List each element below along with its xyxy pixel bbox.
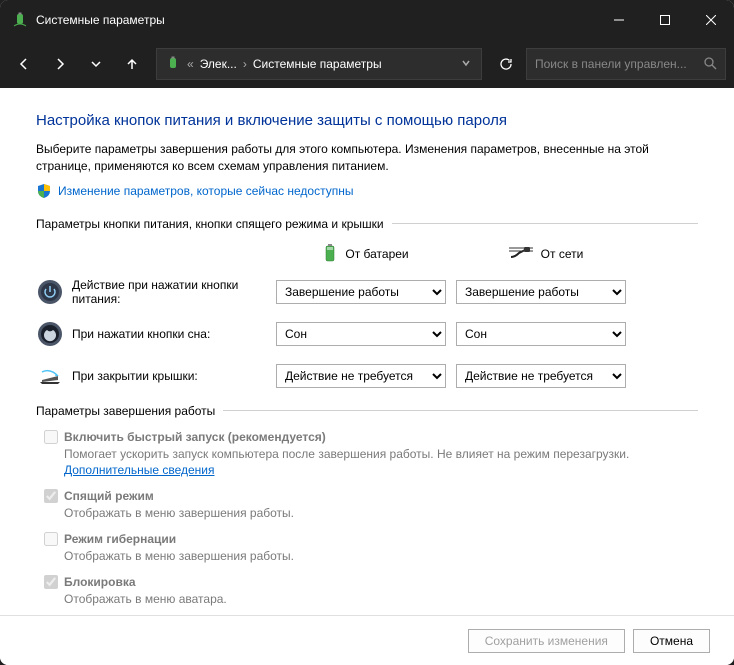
power-plan-icon: [165, 56, 181, 72]
address-bar[interactable]: « Элек... › Системные параметры: [156, 48, 482, 80]
laptop-lid-icon: [36, 362, 64, 390]
app-icon: [12, 12, 28, 28]
power-button-ac-select[interactable]: Завершение работы: [456, 280, 626, 304]
close-button[interactable]: [688, 0, 734, 40]
battery-icon: [323, 243, 337, 266]
window: Системные параметры « Элек... › Системны…: [0, 0, 734, 665]
columns-header: От батареи От сети: [36, 243, 698, 266]
sleep-button-battery-select[interactable]: Сон: [276, 322, 446, 346]
up-button[interactable]: [116, 48, 148, 80]
search-input[interactable]: [535, 57, 703, 71]
ac-column: От сети: [456, 243, 636, 266]
forward-button[interactable]: [44, 48, 76, 80]
back-button[interactable]: [8, 48, 40, 80]
group-label: Параметры кнопки питания, кнопки спящего…: [36, 217, 698, 231]
maximize-button[interactable]: [642, 0, 688, 40]
content-pane: Настройка кнопок питания и включение защ…: [0, 88, 734, 615]
battery-column: От батареи: [276, 243, 456, 266]
breadcrumb-item[interactable]: Системные параметры: [249, 57, 386, 71]
save-button[interactable]: Сохранить изменения: [468, 629, 625, 653]
titlebar: Системные параметры: [0, 0, 734, 40]
lock-option: Блокировка Отображать в меню аватара.: [44, 575, 698, 608]
lock-checkbox[interactable]: [44, 575, 58, 589]
lid-ac-select[interactable]: Действие не требуется: [456, 364, 626, 388]
power-button-icon: [36, 278, 64, 306]
window-title: Системные параметры: [36, 13, 596, 27]
sleep-checkbox[interactable]: [44, 489, 58, 503]
chevron-right-icon: ›: [241, 57, 249, 71]
chevron-right-icon: «: [185, 57, 196, 71]
row-label: Действие при нажатии кнопки питания:: [72, 278, 276, 306]
hibernate-checkbox[interactable]: [44, 532, 58, 546]
breadcrumb-item[interactable]: Элек...: [196, 57, 241, 71]
sleep-button-icon: [36, 320, 64, 348]
power-button-battery-select[interactable]: Завершение работы: [276, 280, 446, 304]
uac-link[interactable]: Изменение параметров, которые сейчас нед…: [36, 183, 698, 199]
sleep-button-row: При нажатии кнопки сна: Сон Сон: [36, 320, 698, 348]
page-description: Выберите параметры завершения работы для…: [36, 141, 698, 175]
navbar: « Элек... › Системные параметры: [0, 40, 734, 88]
cancel-button[interactable]: Отмена: [633, 629, 710, 653]
footer: Сохранить изменения Отмена: [0, 615, 734, 665]
power-button-row: Действие при нажатии кнопки питания: Зав…: [36, 278, 698, 306]
uac-link-text: Изменение параметров, которые сейчас нед…: [58, 184, 354, 198]
lid-close-row: При закрытии крышки: Действие не требует…: [36, 362, 698, 390]
chevron-down-icon[interactable]: [455, 57, 477, 71]
sleep-option: Спящий режим Отображать в меню завершени…: [44, 489, 698, 522]
refresh-button[interactable]: [490, 48, 522, 80]
search-icon: [703, 56, 717, 73]
more-info-link[interactable]: Дополнительные сведения: [64, 463, 214, 477]
fast-startup-option: Включить быстрый запуск (рекомендуется) …: [44, 430, 698, 480]
recent-button[interactable]: [80, 48, 112, 80]
page-heading: Настройка кнопок питания и включение защ…: [36, 112, 698, 129]
hibernate-option: Режим гибернации Отображать в меню завер…: [44, 532, 698, 565]
minimize-button[interactable]: [596, 0, 642, 40]
group-label: Параметры завершения работы: [36, 404, 698, 418]
row-label: При нажатии кнопки сна:: [72, 327, 276, 341]
row-label: При закрытии крышки:: [72, 369, 276, 383]
shield-icon: [36, 183, 52, 199]
plug-icon: [509, 245, 533, 264]
lid-battery-select[interactable]: Действие не требуется: [276, 364, 446, 388]
fast-startup-checkbox[interactable]: [44, 430, 58, 444]
sleep-button-ac-select[interactable]: Сон: [456, 322, 626, 346]
search-box[interactable]: [526, 48, 726, 80]
